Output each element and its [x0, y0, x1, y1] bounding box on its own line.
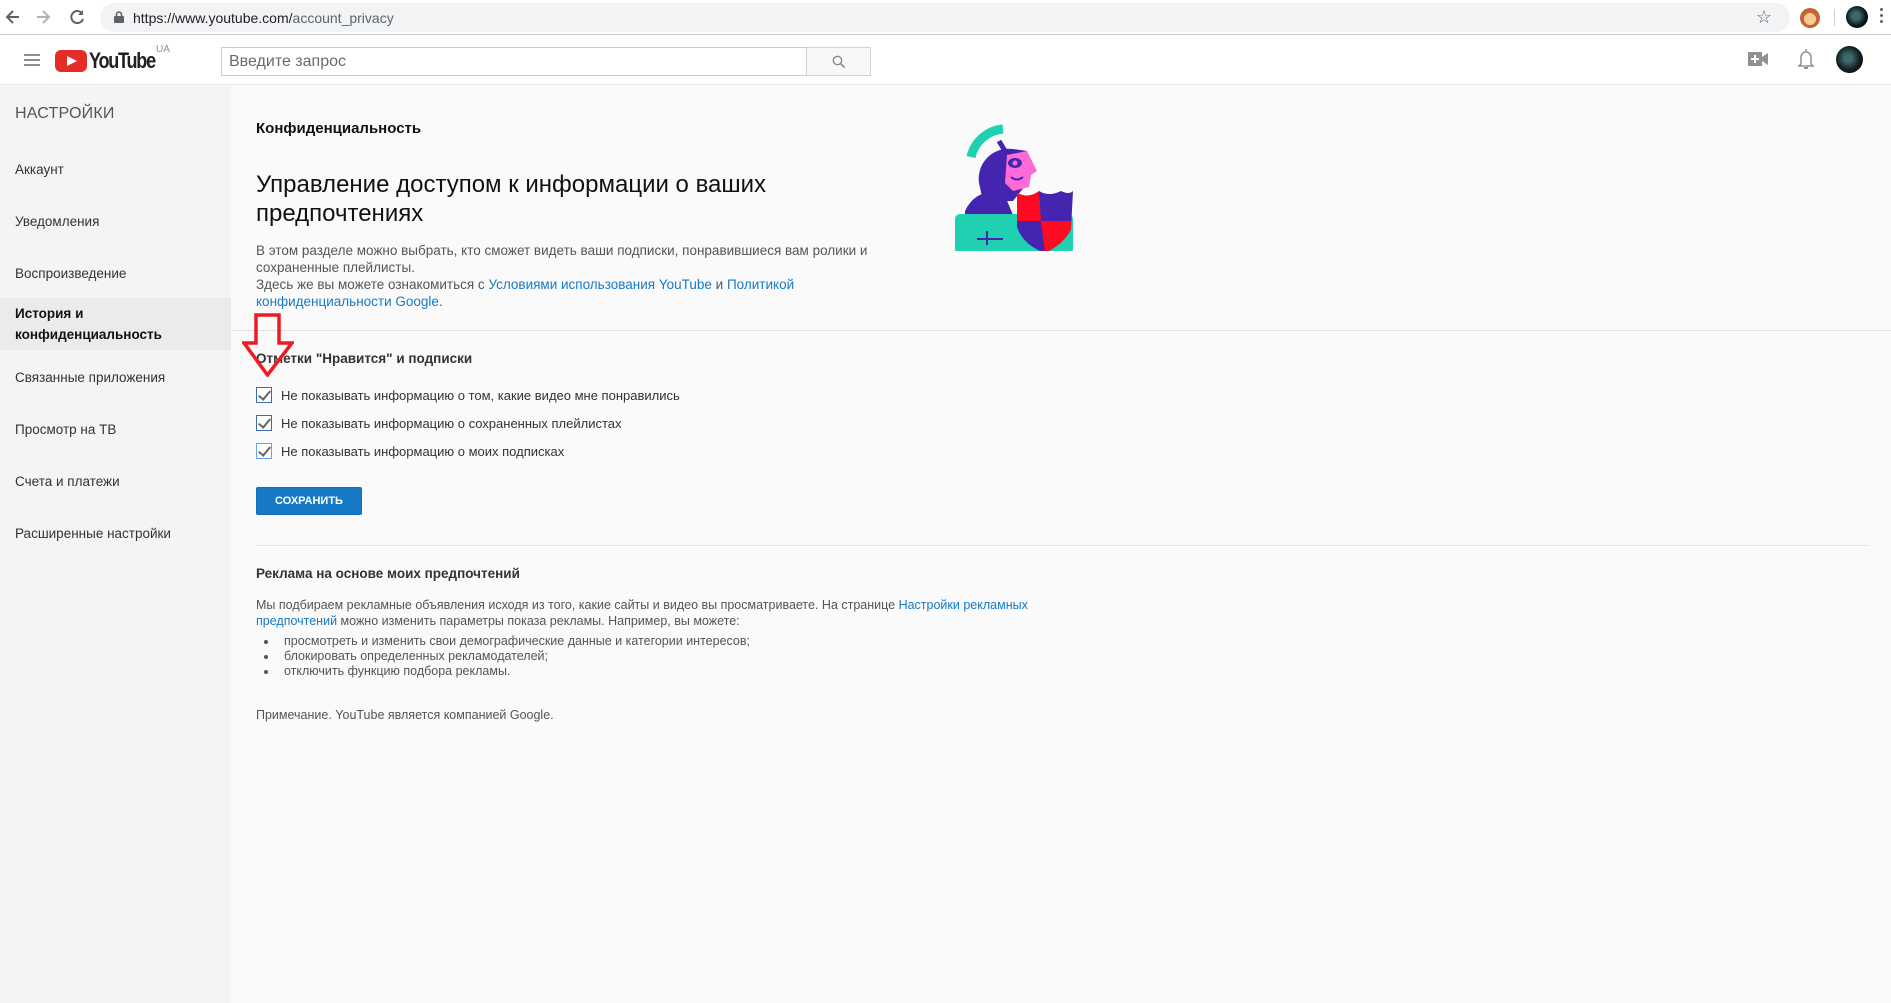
checkbox-hide-saved-playlists[interactable]: Не показывать информацию о сохраненных п…: [256, 415, 622, 431]
ads-preferences-heading: Реклама на основе моих предпочтений: [256, 566, 520, 581]
reload-icon[interactable]: [67, 7, 87, 27]
sidebar-item-notifications[interactable]: Уведомления: [0, 211, 231, 232]
browser-menu-icon[interactable]: [1880, 8, 1884, 26]
privacy-illustration: [955, 124, 1073, 251]
url-path: account_privacy: [292, 10, 394, 26]
privacy-settings-main: Конфиденциальность Управление доступом к…: [231, 86, 1891, 1003]
checkbox-label: Не показывать информацию о моих подписка…: [281, 443, 565, 459]
logo-text: YouTube: [89, 48, 156, 73]
save-button[interactable]: СОХРАНИТЬ: [256, 487, 362, 515]
likes-subscriptions-heading: Отметки "Нравится" и подписки: [256, 351, 473, 366]
checkbox-checked[interactable]: [256, 387, 272, 403]
address-bar[interactable]: https://www.youtube.com/account_privacy …: [100, 3, 1790, 32]
account-avatar[interactable]: [1836, 46, 1863, 73]
intro-text: В этом разделе можно выбрать, кто сможет…: [256, 242, 876, 310]
settings-sidebar: НАСТРОЙКИ Аккаунт Уведомления Воспроизве…: [0, 86, 231, 1003]
sidebar-title: НАСТРОЙКИ: [15, 105, 115, 122]
checkbox-checked[interactable]: [256, 415, 272, 431]
search-button[interactable]: [806, 47, 871, 76]
search-bar: [221, 47, 871, 76]
youtube-play-icon: [55, 50, 87, 72]
sidebar-item-advanced[interactable]: Расширенные настройки: [0, 523, 231, 544]
back-arrow-icon[interactable]: [3, 7, 23, 27]
ads-text: можно изменить параметры показа рекламы.…: [337, 613, 740, 628]
extension-icon[interactable]: [1800, 8, 1820, 28]
forward-arrow-icon[interactable]: [33, 7, 53, 27]
notifications-bell-icon[interactable]: [1797, 47, 1815, 71]
section-label: Конфиденциальность: [256, 120, 422, 137]
checkbox-label: Не показывать информацию о сохраненных п…: [281, 415, 622, 431]
sidebar-item-history-privacy[interactable]: История и конфиденциальность: [0, 298, 231, 350]
upload-video-icon[interactable]: [1748, 52, 1768, 66]
list-item: просмотреть и изменить свои демографичес…: [264, 634, 750, 649]
url-host: https://www.youtube.com/: [133, 10, 293, 26]
youtube-logo[interactable]: YouTube UA: [55, 44, 170, 73]
ads-description: Мы подбираем рекламные объявления исходя…: [256, 598, 1056, 629]
browser-toolbar: https://www.youtube.com/account_privacy …: [0, 0, 1891, 35]
search-icon: [832, 55, 845, 68]
checkbox-checked[interactable]: [256, 443, 272, 459]
toolbar-separator: [1834, 9, 1835, 26]
list-item: блокировать определенных рекламодателей;: [264, 649, 750, 664]
region-code: UA: [156, 44, 170, 55]
footnote: Примечание. YouTube является компанией G…: [256, 708, 554, 722]
lock-icon: [114, 11, 124, 23]
sidebar-item-tv[interactable]: Просмотр на ТВ: [0, 419, 231, 440]
intro-suffix: .: [438, 294, 443, 309]
ads-options-list: просмотреть и изменить свои демографичес…: [264, 634, 750, 679]
intro-line: В этом разделе можно выбрать, кто сможет…: [256, 243, 868, 275]
intro-line: Здесь же вы можете ознакомиться с: [256, 277, 489, 292]
checkbox-hide-liked-videos[interactable]: Не показывать информацию о том, какие ви…: [256, 387, 680, 403]
checkbox-label: Не показывать информацию о том, какие ви…: [281, 387, 680, 403]
list-item: отключить функцию подбора рекламы.: [264, 664, 750, 679]
sidebar-item-label: История и конфиденциальность: [15, 306, 162, 342]
sidebar-item-connected-apps[interactable]: Связанные приложения: [0, 367, 231, 388]
search-input[interactable]: [221, 47, 806, 76]
browser-profile-avatar[interactable]: [1846, 6, 1868, 28]
ads-text: Мы подбираем рекламные объявления исходя…: [256, 598, 899, 612]
hamburger-menu-icon[interactable]: [24, 54, 40, 66]
terms-link[interactable]: Условиями использования YouTube: [488, 277, 711, 292]
section-divider: [231, 330, 1891, 331]
youtube-header: YouTube UA: [0, 35, 1891, 85]
page-title: Управление доступом к информации о ваших…: [256, 171, 767, 227]
bookmark-star-icon[interactable]: ☆: [1756, 7, 1772, 28]
section-divider: [256, 545, 1869, 546]
sidebar-item-billing[interactable]: Счета и платежи: [0, 471, 231, 492]
sidebar-item-account[interactable]: Аккаунт: [0, 159, 231, 180]
url-text: https://www.youtube.com/account_privacy: [133, 10, 394, 26]
sidebar-item-playback[interactable]: Воспроизведение: [0, 263, 231, 284]
intro-and: и: [711, 277, 727, 292]
checkbox-hide-subscriptions[interactable]: Не показывать информацию о моих подписка…: [256, 443, 564, 459]
